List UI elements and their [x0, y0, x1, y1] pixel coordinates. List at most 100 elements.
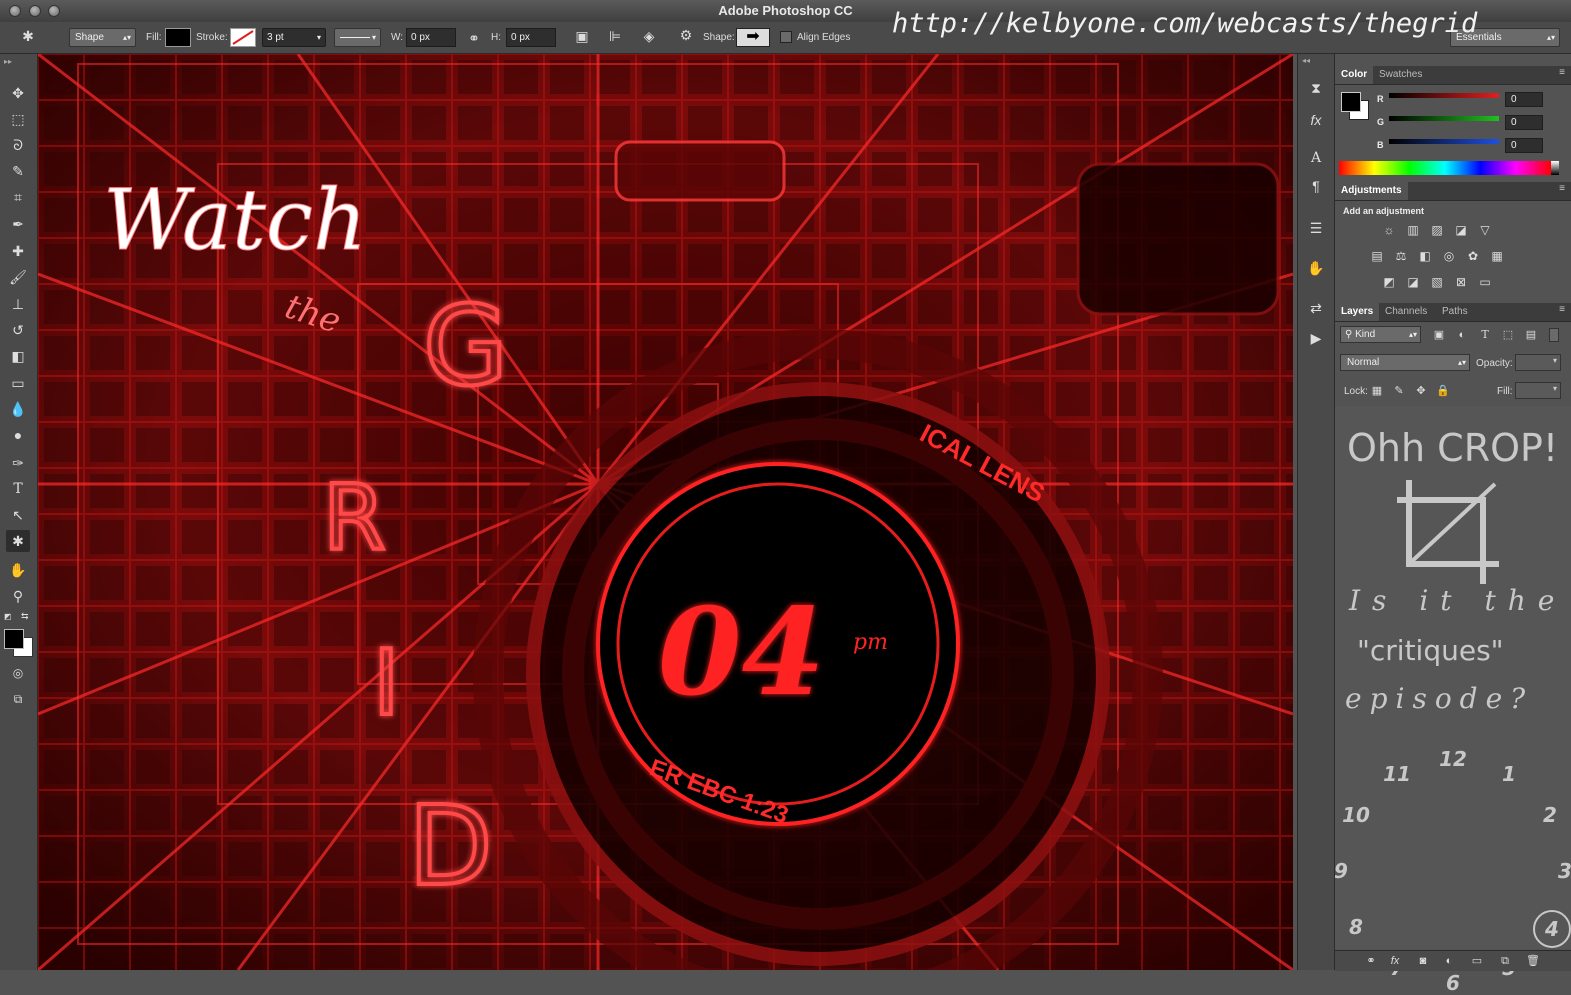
lasso-tool-icon[interactable]: ᘐ — [6, 134, 30, 156]
layers-menu-icon[interactable]: ≡ — [1559, 304, 1565, 315]
path-operations-icon[interactable]: ▣ — [572, 28, 592, 45]
curves-icon[interactable]: ▨ — [1429, 222, 1445, 238]
tab-layers[interactable]: Layers — [1335, 303, 1380, 321]
lock-position-icon[interactable]: ✥ — [1413, 383, 1429, 399]
new-layer-icon[interactable]: ⧉ — [1497, 953, 1513, 969]
color-fg-swatch[interactable] — [1341, 92, 1361, 112]
document-canvas[interactable]: ICAL LENS ER EBC 1:23 04 pm Watch the G … — [38, 54, 1293, 970]
channel-value-r[interactable]: 0 — [1505, 92, 1543, 107]
layer-filter-dropdown[interactable]: ⚲ Kind ▴▾ — [1340, 326, 1421, 343]
gradient-map-icon[interactable]: ▭ — [1477, 274, 1493, 290]
custom-shape-tool-icon[interactable]: ✱ — [18, 28, 38, 45]
default-colors-icon[interactable]: ◩ — [4, 612, 12, 621]
blur-tool-icon[interactable]: 💧 — [6, 398, 30, 420]
arrow-shape-icon[interactable]: ➡ — [736, 28, 770, 47]
hand-tool-icon[interactable]: ✋ — [6, 559, 30, 581]
foreground-color-swatch[interactable] — [4, 629, 24, 649]
adjustments-menu-icon[interactable]: ≡ — [1559, 183, 1565, 194]
width-field[interactable]: 0 px — [406, 28, 456, 47]
fill-field[interactable]: ▾ — [1515, 382, 1561, 399]
invert-icon[interactable]: ◩ — [1381, 274, 1397, 290]
dodge-tool-icon[interactable]: ● — [6, 424, 30, 446]
tool-presets-icon[interactable]: ✋ — [1306, 258, 1326, 278]
tab-adjustments[interactable]: Adjustments — [1335, 182, 1408, 200]
filter-toggle[interactable] — [1549, 328, 1559, 342]
hue-saturation-icon[interactable]: ▤ — [1369, 248, 1385, 264]
clone-stamp-tool-icon[interactable]: ⊥ — [6, 293, 30, 315]
stroke-swatch[interactable] — [230, 28, 256, 47]
properties-panel-icon[interactable]: ☰ — [1306, 218, 1326, 238]
channel-value-b[interactable]: 0 — [1505, 138, 1543, 153]
selective-color-icon[interactable]: ⊠ — [1453, 274, 1469, 290]
add-style-icon[interactable]: fx — [1387, 953, 1403, 969]
eraser-tool-icon[interactable]: ◧ — [6, 345, 30, 367]
posterize-icon[interactable]: ◪ — [1405, 274, 1421, 290]
lock-all-icon[interactable]: 🔒 — [1435, 383, 1451, 399]
tab-color[interactable]: Color — [1335, 66, 1374, 84]
channel-slider-r[interactable] — [1389, 93, 1499, 98]
styles-panel-icon[interactable]: fx — [1306, 110, 1326, 130]
align-edges-checkbox[interactable] — [780, 31, 792, 43]
custom-shape-tool-active-icon[interactable]: ✱ — [6, 530, 30, 552]
character-panel-icon[interactable]: A — [1306, 148, 1326, 168]
channel-mixer-icon[interactable]: ✿ — [1465, 248, 1481, 264]
filter-pixel-icon[interactable]: ▣ — [1431, 327, 1447, 343]
black-white-ramp[interactable] — [1551, 161, 1559, 175]
move-tool-icon[interactable]: ✥ — [6, 82, 30, 104]
stroke-width-field[interactable]: 3 pt ▾ — [262, 28, 326, 47]
filter-smart-object-icon[interactable]: ▤ — [1523, 327, 1539, 343]
screen-mode-icon[interactable]: ⧉ — [6, 688, 30, 710]
link-layers-icon[interactable]: ⚭ — [1363, 953, 1379, 969]
gear-icon[interactable]: ⚙ — [676, 27, 696, 44]
path-selection-tool-icon[interactable]: ↖ — [6, 504, 30, 526]
layers-list[interactable]: Ohh CROP! Is it the "critiques" episode?… — [1334, 406, 1571, 995]
filter-type-icon[interactable]: T — [1477, 327, 1493, 343]
photo-filter-icon[interactable]: ◎ — [1441, 248, 1457, 264]
threshold-icon[interactable]: ▧ — [1429, 274, 1445, 290]
tab-channels[interactable]: Channels — [1379, 303, 1433, 321]
height-field[interactable]: 0 px — [506, 28, 556, 47]
quick-selection-tool-icon[interactable]: ✎ — [6, 160, 30, 182]
lock-transparent-icon[interactable]: ▦ — [1369, 383, 1385, 399]
new-group-icon[interactable]: ▭ — [1469, 953, 1485, 969]
color-balance-icon[interactable]: ⚖ — [1393, 248, 1409, 264]
tab-swatches[interactable]: Swatches — [1373, 66, 1428, 84]
pen-tool-icon[interactable]: ✑ — [6, 452, 30, 474]
filter-shape-icon[interactable]: ⬚ — [1500, 327, 1516, 343]
history-brush-tool-icon[interactable]: ↺ — [6, 319, 30, 341]
add-mask-icon[interactable]: ◙ — [1415, 953, 1431, 969]
lock-image-icon[interactable]: ✎ — [1391, 383, 1407, 399]
clone-source-icon[interactable]: ⇄ — [1306, 298, 1326, 318]
levels-icon[interactable]: ▥ — [1405, 222, 1421, 238]
color-spectrum-bar[interactable] — [1339, 161, 1551, 175]
quick-mask-icon[interactable]: ◎ — [6, 662, 30, 684]
panel-menu-icon[interactable]: ≡ — [1559, 67, 1565, 78]
swap-colors-icon[interactable]: ⇆ — [21, 611, 29, 622]
tab-paths[interactable]: Paths — [1436, 303, 1474, 321]
fill-swatch[interactable] — [165, 28, 191, 47]
path-arrangement-icon[interactable]: ◈ — [639, 28, 659, 45]
brush-tool-icon[interactable]: 🖌 — [6, 266, 30, 288]
collapse-strip-icon[interactable]: ◂◂ — [1302, 56, 1310, 65]
vibrance-icon[interactable]: ▽ — [1477, 222, 1493, 238]
history-panel-icon[interactable]: ⧗ — [1306, 78, 1326, 98]
path-alignment-icon[interactable]: ⊫ — [605, 28, 625, 45]
gradient-tool-icon[interactable]: ▭ — [6, 372, 30, 394]
black-white-icon[interactable]: ◧ — [1417, 248, 1433, 264]
color-lookup-icon[interactable]: ▦ — [1489, 248, 1505, 264]
actions-play-icon[interactable]: ▶ — [1306, 328, 1326, 348]
blend-mode-dropdown[interactable]: Normal ▴▾ — [1340, 354, 1470, 371]
link-icon[interactable]: ⚭ — [464, 30, 484, 47]
channel-slider-b[interactable] — [1389, 139, 1499, 144]
exposure-icon[interactable]: ◪ — [1453, 222, 1469, 238]
type-tool-icon[interactable]: T — [6, 478, 30, 500]
brightness-contrast-icon[interactable]: ☼ — [1381, 222, 1397, 238]
tool-mode-dropdown[interactable]: Shape ▴▾ — [69, 28, 136, 47]
marquee-tool-icon[interactable]: ⬚ — [6, 108, 30, 130]
opacity-field[interactable]: ▾ — [1515, 354, 1561, 371]
paragraph-panel-icon[interactable]: ¶ — [1306, 176, 1326, 196]
collapse-icon[interactable]: ▸▸ — [4, 57, 12, 66]
healing-brush-tool-icon[interactable]: ✚ — [6, 240, 30, 262]
channel-slider-g[interactable] — [1389, 116, 1499, 121]
stroke-type-dropdown[interactable]: ▾ — [334, 28, 381, 47]
